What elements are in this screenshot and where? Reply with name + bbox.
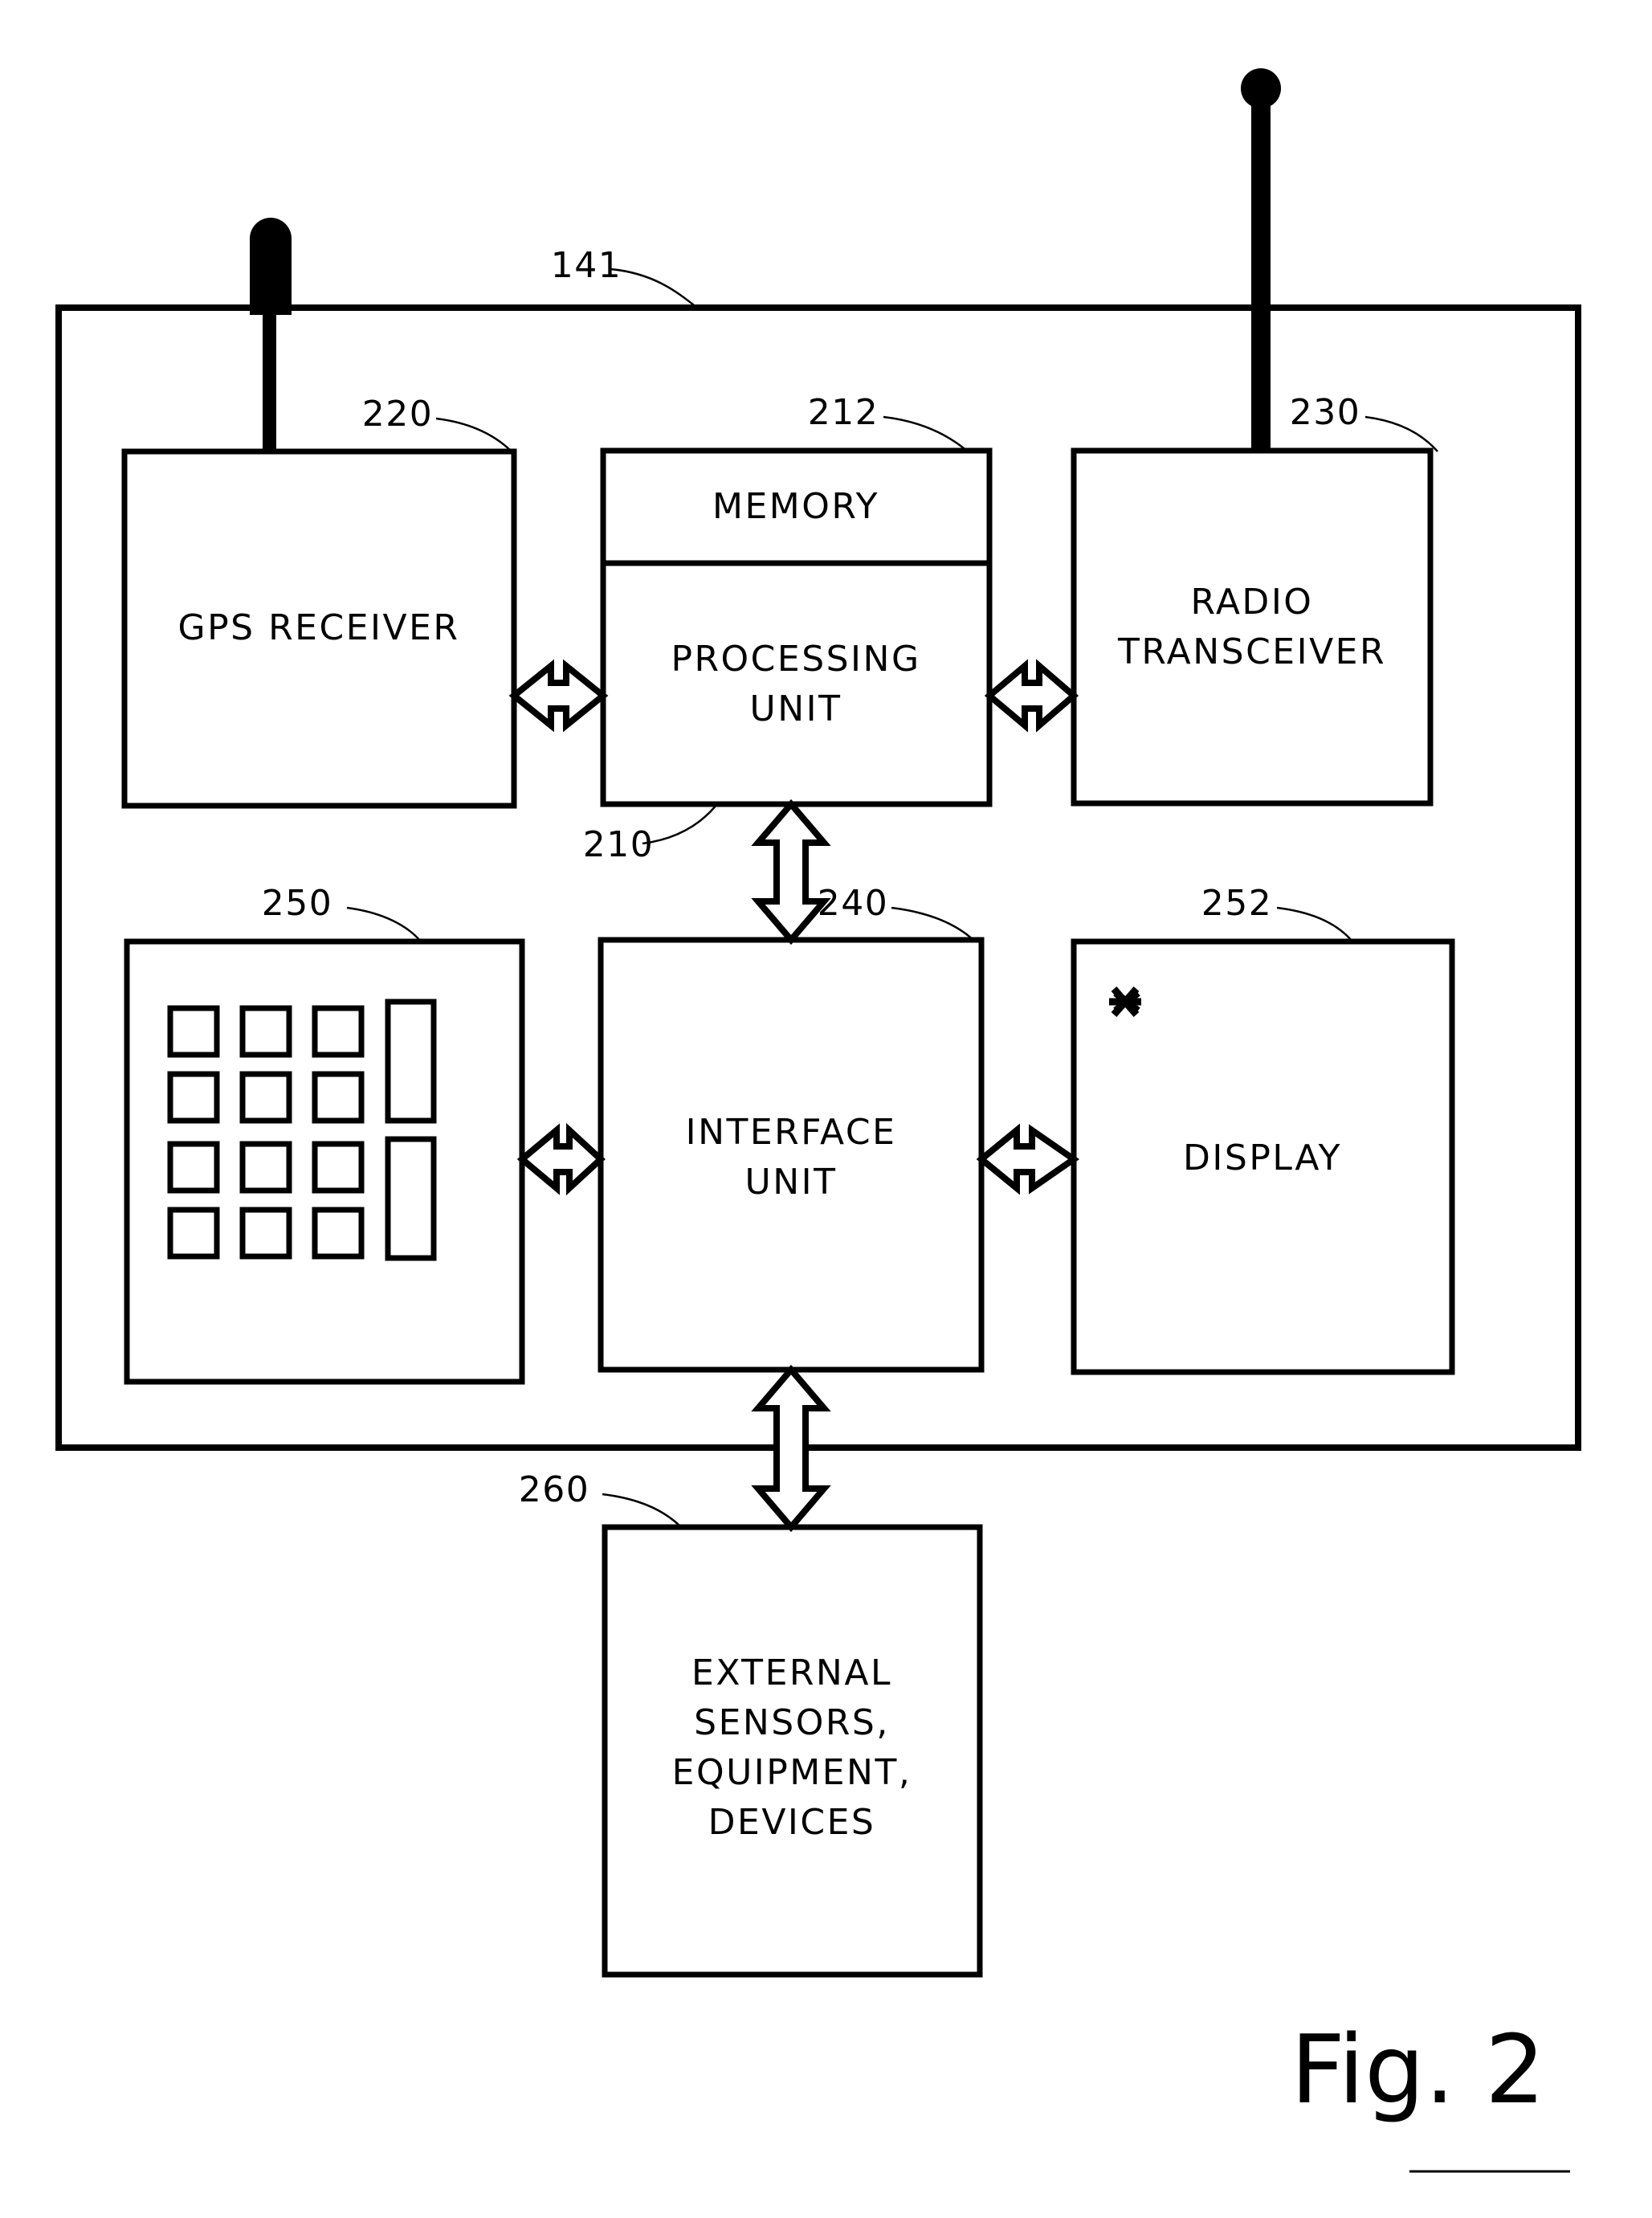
interface-unit-label-line2: UNIT — [745, 1162, 838, 1203]
connector-interface-to-display — [976, 1123, 1080, 1195]
external-devices-label-line4: DEVICES — [708, 1802, 876, 1843]
antenna-stub-icon — [250, 218, 292, 458]
lead-line-141 — [610, 268, 698, 308]
lead-line-250 — [346, 906, 422, 942]
display-label: DISPLAY — [1183, 1138, 1342, 1178]
ref-numeral-250: 250 — [262, 883, 332, 924]
ref-numeral-210: 210 — [583, 824, 654, 865]
figure-canvas: 141 GPS RECEIVER 220 MEMORY PROCESSING U… — [55, 68, 1581, 2173]
figure-caption: Fig. 2 — [1291, 2014, 1545, 2125]
connector-keypad-to-interface — [516, 1122, 606, 1196]
connector-gps-to-cpu — [508, 659, 609, 733]
processing-unit-label-line2: UNIT — [750, 688, 842, 729]
gps-receiver-label: GPS RECEIVER — [178, 607, 460, 648]
interface-unit-block — [598, 937, 985, 1373]
processing-unit-label-line1: PROCESSING — [671, 639, 920, 680]
patent-figure-page: 141 GPS RECEIVER 220 MEMORY PROCESSING U… — [0, 0, 1652, 2218]
external-devices-block — [602, 1524, 983, 1978]
lead-line-240 — [891, 906, 974, 941]
lead-line-220 — [435, 417, 513, 453]
external-devices-label-line1: EXTERNAL — [691, 1652, 892, 1693]
radio-transceiver-block — [1071, 447, 1434, 807]
ref-numeral-230: 230 — [1290, 392, 1360, 433]
connector-cpu-to-interface — [751, 799, 831, 946]
lead-line-230 — [1364, 415, 1438, 452]
ref-numeral-260: 260 — [519, 1469, 589, 1510]
ref-numeral-212: 212 — [808, 392, 879, 433]
interface-unit-label-line1: INTERFACE — [686, 1112, 897, 1153]
ref-numeral-220: 220 — [362, 394, 433, 435]
antenna-whip-icon — [1241, 68, 1281, 458]
lead-line-212 — [883, 415, 969, 452]
external-devices-label-line2: SENSORS, — [694, 1702, 890, 1743]
connector-cpu-to-radio — [984, 659, 1079, 733]
radio-transceiver-label-line2: TRANSCEIVER — [1117, 631, 1386, 672]
ref-numeral-141: 141 — [551, 245, 622, 286]
memory-label: MEMORY — [712, 486, 879, 527]
external-devices-label-line3: EQUIPMENT, — [672, 1752, 912, 1793]
lead-line-260 — [602, 1493, 682, 1528]
lead-line-252 — [1276, 906, 1353, 942]
radio-transceiver-label-line1: RADIO — [1191, 582, 1314, 623]
ref-numeral-240: 240 — [818, 883, 888, 924]
ref-numeral-252: 252 — [1201, 883, 1272, 924]
